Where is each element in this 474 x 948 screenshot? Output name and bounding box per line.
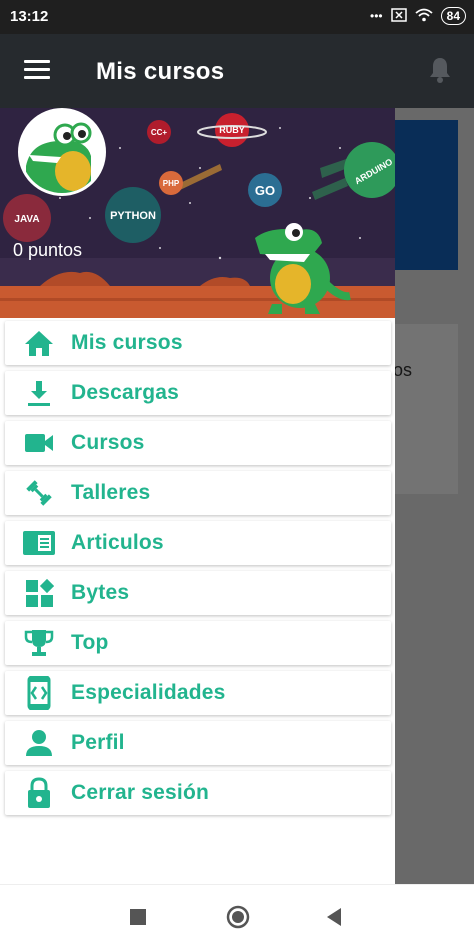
go-planet-label: GO — [255, 183, 275, 198]
download-icon — [21, 375, 57, 411]
trophy-icon — [21, 625, 57, 661]
menu-item-descargas[interactable]: Descargas — [5, 371, 391, 415]
notification-bell-icon[interactable] — [428, 56, 452, 89]
article-icon — [21, 525, 57, 561]
menu-item-top[interactable]: Top — [5, 621, 391, 665]
back-button[interactable] — [325, 907, 343, 932]
menu-item-label: Cursos — [71, 431, 145, 454]
menu-item-label: Articulos — [71, 531, 164, 554]
menu-item-mis-cursos[interactable]: Mis cursos — [5, 321, 391, 365]
dumbbell-icon — [21, 475, 57, 511]
menu-icon[interactable] — [24, 60, 50, 80]
cc-planet-label: CC+ — [151, 128, 168, 137]
drawer-header: JAVA PYTHON PHP CC+ RUBY GO ARDUINO 0 pu… — [0, 108, 395, 318]
ruby-planet-label: RUBY — [219, 125, 245, 135]
php-planet-label: PHP — [163, 179, 180, 188]
drawer-menu: Mis cursos Descargas Cursos Talleres Art… — [0, 321, 395, 815]
user-avatar[interactable] — [18, 108, 106, 196]
recents-button[interactable] — [130, 909, 146, 930]
navigation-drawer: JAVA PYTHON PHP CC+ RUBY GO ARDUINO 0 pu… — [0, 108, 395, 885]
video-camera-icon — [21, 425, 57, 461]
menu-item-articulos[interactable]: Articulos — [5, 521, 391, 565]
battery-indicator: 84 — [440, 7, 466, 25]
lock-icon — [21, 775, 57, 811]
menu-item-bytes[interactable]: Bytes — [5, 571, 391, 615]
menu-item-talleres[interactable]: Talleres — [5, 471, 391, 515]
menu-item-label: Cerrar sesión — [71, 781, 210, 804]
more-dots-icon: ••• — [370, 9, 383, 23]
wifi-icon — [415, 8, 433, 25]
app-bar: Mis cursos — [0, 34, 474, 108]
menu-item-label: Descargas — [71, 381, 180, 404]
home-icon — [21, 325, 57, 361]
code-device-icon — [21, 675, 57, 711]
person-icon — [21, 725, 57, 761]
menu-item-label: Top — [71, 631, 109, 654]
java-planet-label: JAVA — [14, 214, 39, 225]
menu-item-label: Bytes — [71, 581, 130, 604]
sim-error-icon — [390, 7, 407, 25]
status-bar: 13:12 ••• 84 — [0, 0, 474, 34]
status-icons: ••• 84 — [370, 7, 466, 25]
menu-item-label: Perfil — [71, 731, 125, 754]
menu-item-label: Talleres — [71, 481, 151, 504]
menu-item-especialidades[interactable]: Especialidades — [5, 671, 391, 715]
system-navigation-bar — [0, 884, 474, 948]
user-points: 0 puntos — [13, 240, 83, 260]
python-planet-label: PYTHON — [110, 210, 156, 222]
menu-item-label: Mis cursos — [71, 331, 183, 354]
status-time: 13:12 — [10, 8, 49, 25]
menu-item-cursos[interactable]: Cursos — [5, 421, 391, 465]
menu-item-perfil[interactable]: Perfil — [5, 721, 391, 765]
widgets-icon — [21, 575, 57, 611]
home-button[interactable] — [226, 905, 250, 934]
app-bar-title: Mis cursos — [96, 58, 225, 85]
menu-item-label: Especialidades — [71, 681, 226, 704]
menu-item-cerrar-sesion[interactable]: Cerrar sesión — [5, 771, 391, 815]
